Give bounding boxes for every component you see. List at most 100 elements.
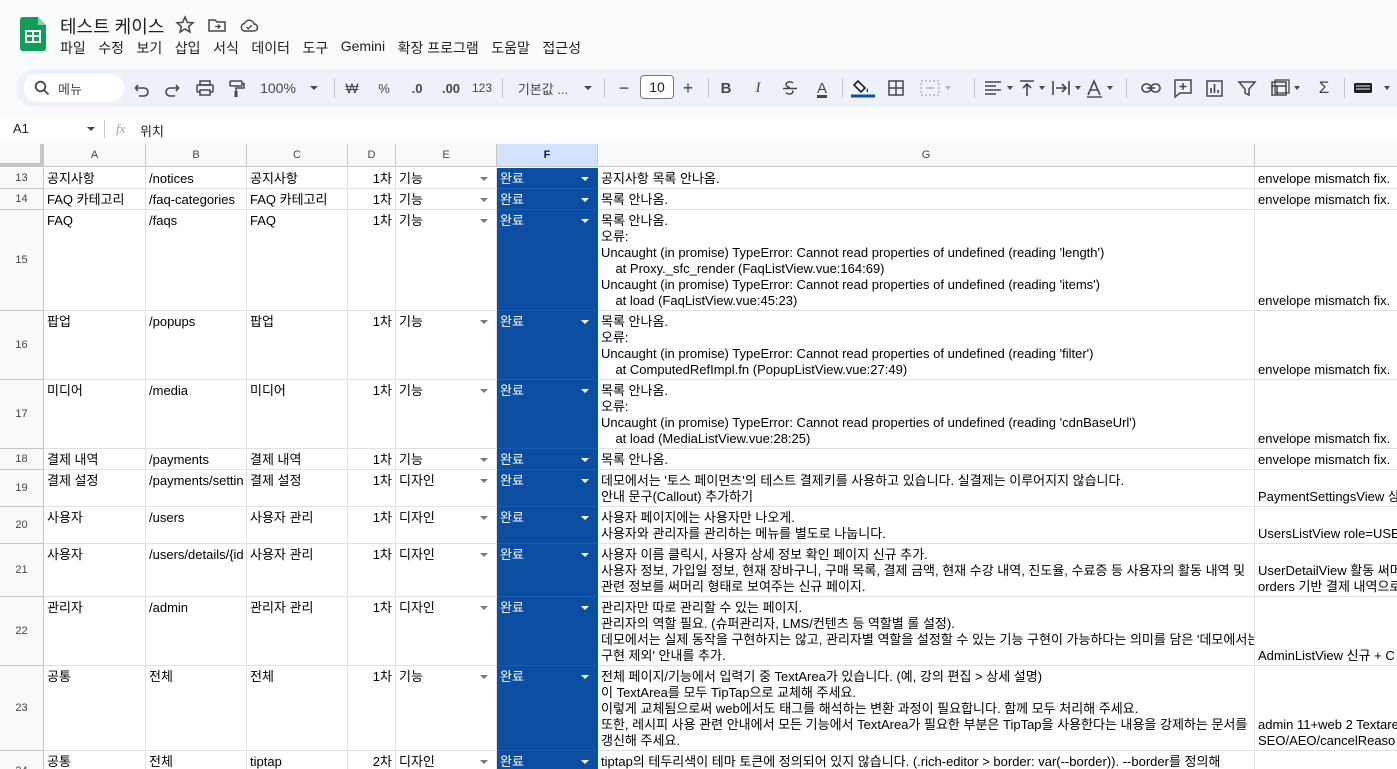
filter-icon[interactable] [1236,69,1258,107]
cell-type[interactable]: 기능 [396,380,497,449]
cell-type[interactable]: 기능 [396,189,497,210]
cell-status[interactable]: 완료 [497,380,598,449]
sheets-logo-icon[interactable] [20,17,46,51]
cell-description[interactable]: 사용자 페이지에는 사용자만 나오게. 사용자와 관리자를 관리하는 메뉴를 별… [598,507,1255,544]
menu-help[interactable]: 도움말 [491,38,530,58]
insert-comment-icon[interactable] [1172,69,1194,107]
row-header[interactable]: 17 [0,380,44,449]
text-color-button[interactable]: A [812,69,832,107]
cell-path[interactable]: /popups [146,311,247,380]
cell-menu[interactable]: 사용자 관리 [247,544,348,597]
cell-description[interactable]: tiptap의 테두리색이 테마 토큰에 정의되어 있지 않습니다. (.ric… [598,751,1255,769]
cell-status[interactable]: 완료 [497,210,598,311]
row-header[interactable]: 15 [0,210,44,311]
cell-location[interactable]: 사용자 [44,507,146,544]
cell-status[interactable]: 완료 [497,470,598,507]
more-formats-button[interactable]: 123 [470,69,494,107]
cell-type[interactable]: 기능 [396,210,497,311]
cell-menu[interactable]: 결제 내역 [247,449,348,470]
cloud-saved-icon[interactable] [239,15,259,35]
column-header-e[interactable]: E [396,144,497,167]
cell-result[interactable]: envelope mismatch fix. [1255,168,1397,189]
row-header[interactable]: 16 [0,311,44,380]
cell-result[interactable]: PaymentSettingsView 상 [1255,470,1397,507]
document-title[interactable]: 테스트 케이스 [60,13,164,39]
menu-format[interactable]: 서식 [213,38,239,58]
cell-location[interactable]: 미디어 [44,380,146,449]
zoom-select[interactable]: 100% [258,69,298,107]
cell-phase[interactable]: 1차 [348,210,396,311]
font-size-increase-button[interactable]: + [678,69,698,107]
menu-search[interactable]: 메뉴 [24,74,124,102]
cell-phase[interactable]: 1차 [348,597,396,666]
cell-result[interactable]: UsersListView role=USE [1255,507,1397,544]
cell-result[interactable]: envelope mismatch fix. [1255,189,1397,210]
cell-phase[interactable]: 1차 [348,666,396,751]
cell-type[interactable]: 기능 [396,311,497,380]
horizontal-align-icon[interactable] [982,69,1018,107]
cell-phase[interactable]: 2차 [348,751,396,769]
cell-type[interactable]: 기능 [396,168,497,189]
merge-cells-icon[interactable] [918,69,954,107]
menu-file[interactable]: 파일 [60,38,86,58]
undo-icon[interactable] [132,69,152,107]
cell-menu[interactable]: 사용자 관리 [247,507,348,544]
column-header-g[interactable]: G [598,144,1255,167]
percent-format-button[interactable]: % [374,69,394,107]
print-icon[interactable] [194,69,216,107]
cell-location[interactable]: FAQ [44,210,146,311]
insert-chart-icon[interactable] [1204,69,1226,107]
move-folder-icon[interactable] [207,15,227,35]
column-header-a[interactable]: A [44,144,146,167]
cell-path[interactable]: 전체 [146,666,247,751]
redo-icon[interactable] [162,69,182,107]
paint-format-icon[interactable] [226,69,246,107]
cell-result[interactable]: envelope mismatch fix. [1255,380,1397,449]
cell-location[interactable]: 공지사항 [44,168,146,189]
select-all-corner[interactable] [0,144,44,167]
cell-location[interactable]: 공통 [44,751,146,769]
cell-type[interactable]: 디자인 [396,751,497,769]
cell-path[interactable]: /payments/settin [146,470,247,507]
formula-input[interactable]: 위치 [140,121,164,140]
input-tools-icon[interactable] [1352,69,1397,107]
currency-format-button[interactable]: ₩ [342,69,362,107]
row-header[interactable]: 21 [0,544,44,597]
cell-location[interactable]: 결제 설정 [44,470,146,507]
font-family-select[interactable]: 기본값 ... [512,69,574,107]
cell-menu[interactable]: FAQ [247,210,348,311]
column-header-f[interactable]: F [497,144,598,167]
cell-location[interactable]: 관리자 [44,597,146,666]
cell-phase[interactable]: 1차 [348,507,396,544]
text-wrapping-icon[interactable] [1050,69,1086,107]
cell-description[interactable]: 목록 안나옴. 오류: Uncaught (in promise) TypeEr… [598,210,1255,311]
cell-path[interactable]: 전체 [146,751,247,769]
row-header[interactable]: 19 [0,470,44,507]
strikethrough-icon[interactable] [780,69,800,107]
filter-views-icon[interactable] [1268,69,1308,107]
cell-status[interactable]: 완료 [497,507,598,544]
cell-type[interactable]: 디자인 [396,597,497,666]
fill-color-icon[interactable] [850,69,876,107]
column-header-h[interactable] [1255,144,1397,167]
cell-description[interactable]: 데모에서는 '토스 페이먼츠'의 테스트 결제키를 사용하고 있습니다. 실결제… [598,470,1255,507]
row-header[interactable]: 14 [0,189,44,210]
cell-phase[interactable]: 1차 [348,168,396,189]
italic-button[interactable]: I [748,69,768,107]
cell-result[interactable]: admin 11+web 2 Textare SEO/AEO/cancelRea… [1255,666,1397,751]
chevron-down-icon[interactable] [86,125,96,133]
cell-result[interactable]: UserDetailView 활동 써머 orders 기반 결제 내역으로 [1255,544,1397,597]
cell-type[interactable]: 디자인 [396,544,497,597]
row-header[interactable]: 13 [0,168,44,189]
star-icon[interactable] [175,15,195,35]
cell-type[interactable]: 기능 [396,666,497,751]
font-size-decrease-button[interactable]: − [614,69,634,107]
row-header[interactable]: 20 [0,507,44,544]
row-header[interactable]: 22 [0,597,44,666]
cell-status[interactable]: 완료 [497,751,598,769]
cell-path[interactable]: /users [146,507,247,544]
cell-path[interactable]: /admin [146,597,247,666]
cell-type[interactable]: 디자인 [396,470,497,507]
cell-type[interactable]: 기능 [396,449,497,470]
cell-path[interactable]: /faqs [146,210,247,311]
